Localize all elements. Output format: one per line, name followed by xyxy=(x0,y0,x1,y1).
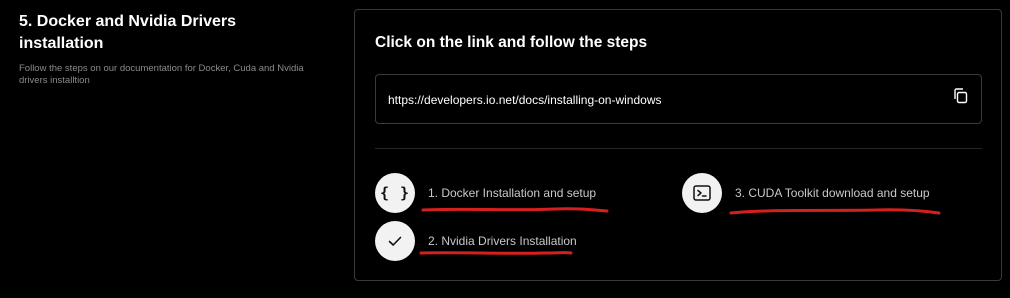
card-title: Click on the link and follow the steps xyxy=(375,34,648,51)
section-intro: 5. Docker and Nvidia Drivers installatio… xyxy=(19,11,319,87)
docs-link-field[interactable]: https://developers.io.net/docs/installin… xyxy=(375,74,982,124)
instructions-card: Click on the link and follow the steps h… xyxy=(354,9,1002,281)
step-docker-installation[interactable]: { } 1. Docker Installation and setup xyxy=(375,173,596,213)
braces-icon: { } xyxy=(375,173,415,213)
docs-link[interactable]: https://developers.io.net/docs/installin… xyxy=(388,93,661,107)
step-label[interactable]: 2. Nvidia Drivers Installation xyxy=(428,234,577,248)
step-cuda-toolkit[interactable]: 3. CUDA Toolkit download and setup xyxy=(682,173,930,213)
section-description: Follow the steps on our documentation fo… xyxy=(19,63,304,86)
step-nvidia-drivers[interactable]: 2. Nvidia Drivers Installation xyxy=(375,221,577,261)
page: 5. Docker and Nvidia Drivers installatio… xyxy=(0,0,1010,298)
step-label[interactable]: 3. CUDA Toolkit download and setup xyxy=(735,186,930,200)
check-icon xyxy=(375,221,415,261)
terminal-icon xyxy=(682,173,722,213)
copy-icon[interactable] xyxy=(952,87,970,105)
divider xyxy=(375,148,982,149)
step-label[interactable]: 1. Docker Installation and setup xyxy=(428,186,596,200)
section-title: 5. Docker and Nvidia Drivers installatio… xyxy=(19,13,236,52)
